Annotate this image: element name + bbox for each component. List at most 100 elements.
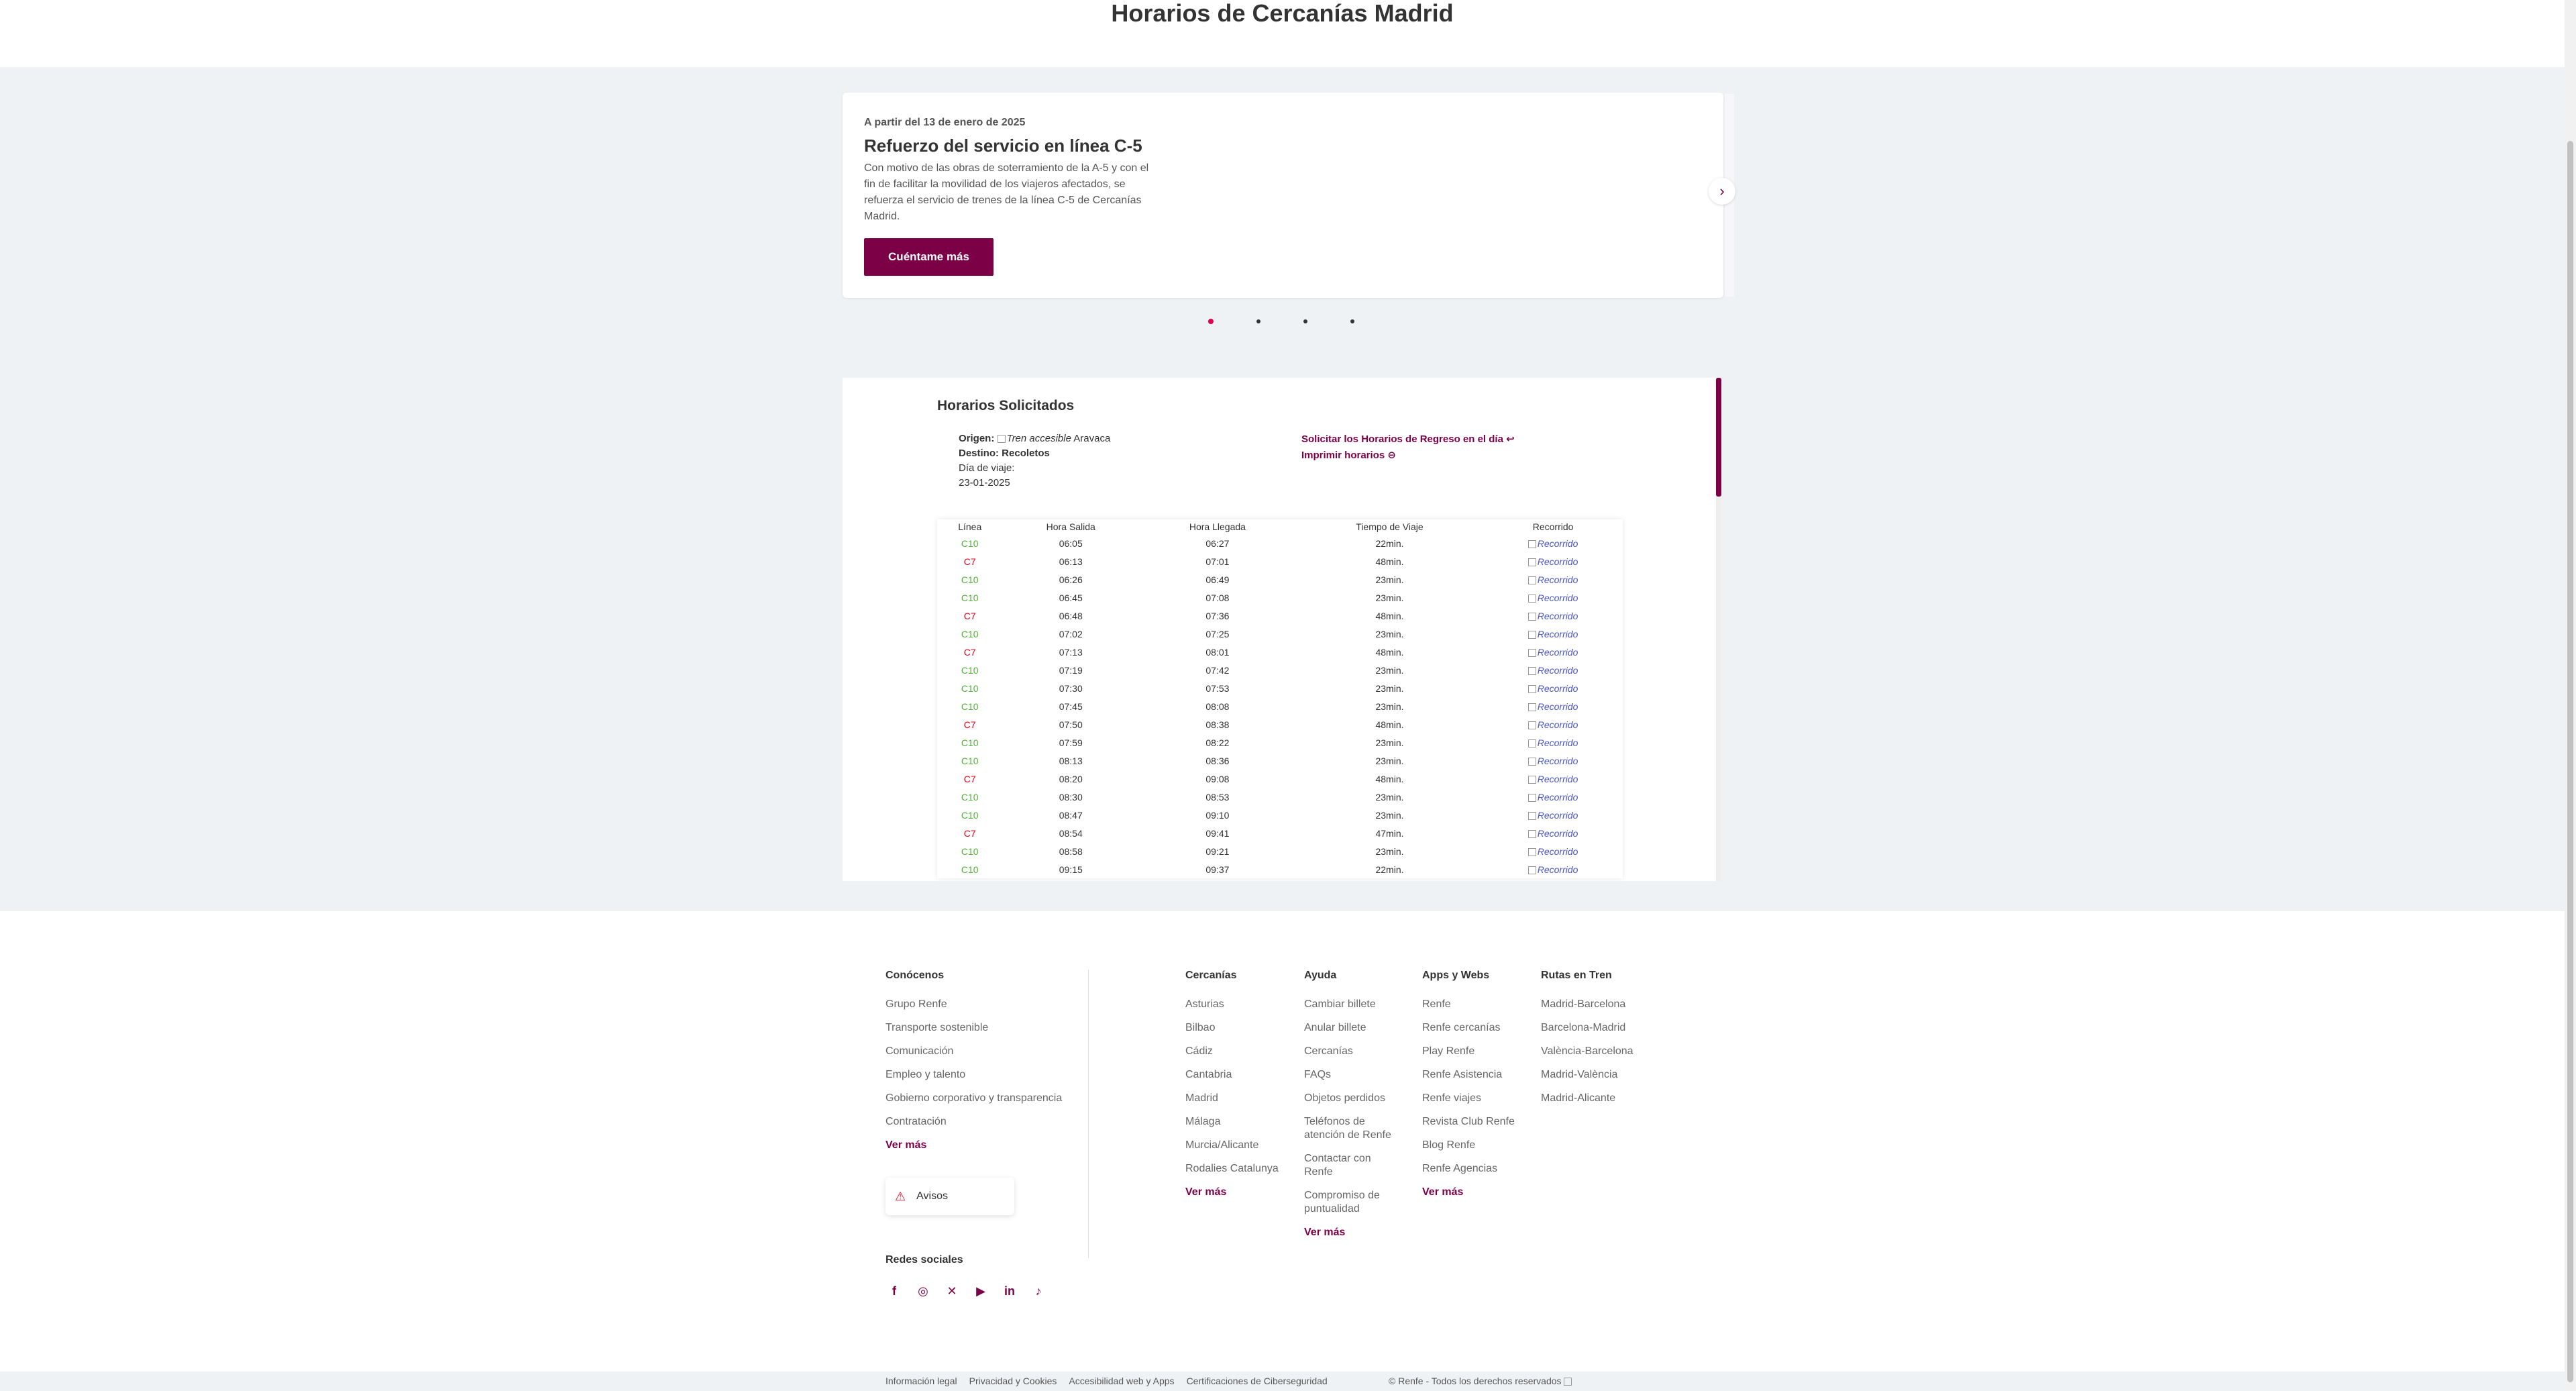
footer-link[interactable]: Málaga (1185, 1115, 1279, 1129)
footer-link[interactable]: Revista Club Renfe (1422, 1115, 1515, 1129)
route-cell[interactable]: Recorrido (1483, 661, 1623, 679)
footer-link[interactable]: Anular billete (1304, 1021, 1398, 1035)
route-cell[interactable]: Recorrido (1483, 715, 1623, 733)
route-link[interactable]: Recorrido (1527, 810, 1578, 821)
footer-link[interactable]: Contratación (885, 1115, 1062, 1129)
footer-link[interactable]: Cercanías (1304, 1045, 1398, 1058)
route-image-icon (1527, 576, 1536, 584)
facebook-icon[interactable]: f (887, 1284, 902, 1298)
route-cell[interactable]: Recorrido (1483, 534, 1623, 552)
return-schedule-link[interactable]: Solicitar los Horarios de Regreso en el … (1301, 431, 1515, 448)
chevron-right-icon[interactable]: › (1709, 178, 1735, 205)
route-link[interactable]: Recorrido (1527, 611, 1578, 621)
notices-button[interactable]: ⚠ Avisos (885, 1178, 1014, 1215)
route-cell[interactable]: Recorrido (1483, 770, 1623, 788)
route-cell[interactable]: Recorrido (1483, 806, 1623, 824)
footer-link[interactable]: Madrid-Alicante (1541, 1092, 1633, 1105)
route-cell[interactable]: Recorrido (1483, 697, 1623, 715)
carousel-dot-3[interactable] (1303, 319, 1307, 323)
route-cell[interactable]: Recorrido (1483, 788, 1623, 806)
footer-link[interactable]: València-Barcelona (1541, 1045, 1633, 1058)
route-cell[interactable]: Recorrido (1483, 752, 1623, 770)
footer-link[interactable]: Cantabria (1185, 1068, 1279, 1082)
route-link[interactable]: Recorrido (1527, 647, 1578, 658)
footer-link[interactable]: Madrid-València (1541, 1068, 1633, 1082)
page-scrollbar[interactable] (2565, 0, 2576, 1391)
route-cell[interactable]: Recorrido (1483, 552, 1623, 570)
footer-link[interactable]: Objetos perdidos (1304, 1092, 1398, 1105)
footer-link[interactable]: Play Renfe (1422, 1045, 1515, 1058)
route-cell[interactable]: Recorrido (1483, 679, 1623, 697)
footer-link[interactable]: Compromiso de puntualidad (1304, 1189, 1398, 1216)
instagram-icon[interactable]: ◎ (916, 1284, 930, 1298)
footer-link[interactable]: Cádiz (1185, 1045, 1279, 1058)
footer-link[interactable]: Renfe viajes (1422, 1092, 1515, 1105)
footer-link[interactable]: Rodalies Catalunya (1185, 1162, 1279, 1176)
footer-link[interactable]: Comunicación (885, 1045, 1062, 1058)
route-link[interactable]: Recorrido (1527, 683, 1578, 694)
footer-link[interactable]: Barcelona-Madrid (1541, 1021, 1633, 1035)
route-cell[interactable]: Recorrido (1483, 588, 1623, 607)
tiktok-icon[interactable]: ♪ (1031, 1284, 1046, 1298)
footer-link[interactable]: Grupo Renfe (885, 998, 1062, 1011)
carousel-dot-1[interactable] (1208, 319, 1214, 324)
route-link[interactable]: Recorrido (1527, 828, 1578, 839)
legal-info-link[interactable]: Información legal (885, 1376, 957, 1386)
footer-link[interactable]: Renfe (1422, 998, 1515, 1011)
footer-link[interactable]: Murcia/Alicante (1185, 1139, 1279, 1152)
route-link[interactable]: Recorrido (1527, 574, 1578, 585)
route-link[interactable]: Recorrido (1527, 846, 1578, 857)
footer-link[interactable]: Cambiar billete (1304, 998, 1398, 1011)
footer-more-link[interactable]: Ver más (1304, 1226, 1398, 1239)
route-link[interactable]: Recorrido (1527, 629, 1578, 639)
route-link[interactable]: Recorrido (1527, 774, 1578, 784)
route-link[interactable]: Recorrido (1527, 737, 1578, 748)
route-cell[interactable]: Recorrido (1483, 824, 1623, 842)
footer-link[interactable]: Empleo y talento (885, 1068, 1062, 1082)
footer-link[interactable]: Renfe Agencias (1422, 1162, 1515, 1176)
route-cell[interactable]: Recorrido (1483, 860, 1623, 878)
route-link[interactable]: Recorrido (1527, 556, 1578, 567)
print-schedule-link[interactable]: Imprimir horarios ⊖ (1301, 448, 1515, 464)
route-cell[interactable]: Recorrido (1483, 607, 1623, 625)
footer-link[interactable]: Madrid (1185, 1092, 1279, 1105)
footer-more-link[interactable]: Ver más (885, 1139, 1062, 1152)
route-link[interactable]: Recorrido (1527, 701, 1578, 712)
footer-link[interactable]: Bilbao (1185, 1021, 1279, 1035)
youtube-icon[interactable]: ▶ (973, 1284, 988, 1298)
route-cell[interactable]: Recorrido (1483, 842, 1623, 860)
route-link[interactable]: Recorrido (1527, 792, 1578, 803)
route-cell[interactable]: Recorrido (1483, 733, 1623, 752)
footer-link[interactable]: Renfe Asistencia (1422, 1068, 1515, 1082)
footer-link[interactable]: FAQs (1304, 1068, 1398, 1082)
footer-link[interactable]: Renfe cercanías (1422, 1021, 1515, 1035)
route-link[interactable]: Recorrido (1527, 864, 1578, 875)
route-link[interactable]: Recorrido (1527, 719, 1578, 730)
accessibility-link[interactable]: Accesibilidad web y Apps (1069, 1376, 1174, 1386)
footer-more-link[interactable]: Ver más (1185, 1186, 1279, 1199)
footer-more-link[interactable]: Ver más (1422, 1186, 1515, 1199)
privacy-link[interactable]: Privacidad y Cookies (969, 1376, 1057, 1386)
footer-link[interactable]: Blog Renfe (1422, 1139, 1515, 1152)
schedule-scrollbar-thumb[interactable] (1716, 378, 1721, 497)
route-cell[interactable]: Recorrido (1483, 570, 1623, 588)
route-link[interactable]: Recorrido (1527, 538, 1578, 549)
route-cell[interactable]: Recorrido (1483, 625, 1623, 643)
footer-link[interactable]: Contactar con Renfe (1304, 1152, 1398, 1179)
footer-link[interactable]: Madrid-Barcelona (1541, 998, 1633, 1011)
route-link[interactable]: Recorrido (1527, 593, 1578, 603)
footer-link[interactable]: Transporte sostenible (885, 1021, 1062, 1035)
route-cell[interactable]: Recorrido (1483, 643, 1623, 661)
tell-me-more-button[interactable]: Cuéntame más (864, 238, 994, 276)
footer-link[interactable]: Gobierno corporativo y transparencia (885, 1092, 1062, 1105)
footer-link[interactable]: Asturias (1185, 998, 1279, 1011)
footer-link[interactable]: Teléfonos de atención de Renfe (1304, 1115, 1398, 1142)
route-link[interactable]: Recorrido (1527, 756, 1578, 766)
linkedin-icon[interactable]: in (1002, 1284, 1017, 1298)
carousel-dot-2[interactable] (1256, 319, 1260, 323)
carousel-dot-4[interactable] (1350, 319, 1354, 323)
route-link[interactable]: Recorrido (1527, 665, 1578, 676)
page-scrollbar-thumb[interactable] (2567, 141, 2573, 1382)
x-icon[interactable]: ✕ (945, 1284, 959, 1298)
cybersecurity-link[interactable]: Certificaciones de Ciberseguridad (1187, 1376, 1328, 1386)
